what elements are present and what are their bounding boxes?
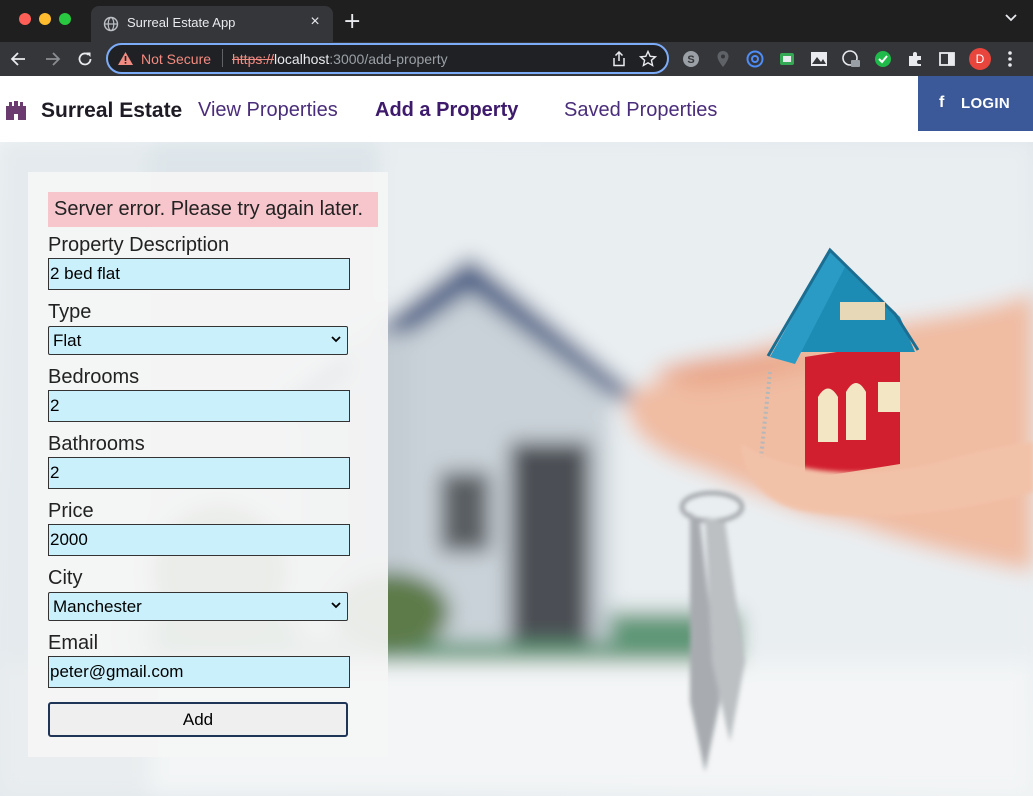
bedrooms-label: Bedrooms <box>48 366 140 388</box>
side-panel-icon[interactable] <box>938 50 956 68</box>
nav-add-property[interactable]: Add a Property <box>375 99 518 122</box>
description-label: Property Description <box>48 234 230 256</box>
maximize-window-button[interactable] <box>59 13 71 25</box>
incognito-extension-icon[interactable] <box>842 50 860 68</box>
forward-arrow-icon[interactable] <box>42 49 62 69</box>
browser-toolbar: Not Secure https://localhost:3000/add-pr… <box>0 42 1033 76</box>
site-navbar: Surreal Estate View Properties Add a Pro… <box>0 76 1033 142</box>
price-input[interactable]: 2000 <box>48 524 350 556</box>
browser-tab[interactable]: Surreal Estate App × <box>91 6 333 42</box>
minimize-window-button[interactable] <box>39 13 51 25</box>
error-alert: Server error. Please try again later. <box>48 192 378 227</box>
add-button[interactable]: Add <box>48 702 348 737</box>
description-input[interactable]: 2 bed flat <box>48 258 350 290</box>
type-select[interactable]: Flat <box>48 326 348 355</box>
page-viewport: Surreal Estate View Properties Add a Pro… <box>0 76 1033 796</box>
check-extension-icon[interactable] <box>874 50 892 68</box>
login-label: LOGIN <box>961 95 1010 112</box>
tab-close-icon[interactable]: × <box>307 14 323 30</box>
browser-tab-bar: Surreal Estate App × + <box>0 0 1033 42</box>
add-property-form: Server error. Please try again later. Pr… <box>28 172 388 757</box>
bedrooms-input[interactable]: 2 <box>48 390 350 422</box>
profile-avatar[interactable]: D <box>969 48 991 70</box>
share-icon[interactable] <box>612 51 626 67</box>
nav-saved-properties[interactable]: Saved Properties <box>564 99 717 122</box>
location-pin-icon[interactable] <box>714 50 732 68</box>
email-input[interactable]: peter@gmail.com <box>48 656 350 688</box>
warning-icon <box>118 52 133 65</box>
printer-extension-icon[interactable] <box>778 50 796 68</box>
puzzle-extensions-icon[interactable] <box>906 50 924 68</box>
email-label: Email <box>48 632 99 654</box>
reload-icon[interactable] <box>75 49 95 69</box>
svg-text:S: S <box>687 54 694 66</box>
close-window-button[interactable] <box>19 13 31 25</box>
facebook-icon: f <box>939 94 945 111</box>
image-extension-icon[interactable] <box>810 50 828 68</box>
nav-view-properties[interactable]: View Properties <box>198 99 338 122</box>
security-status[interactable]: Not Secure <box>141 51 211 67</box>
menu-kebab-icon[interactable] <box>1007 50 1013 68</box>
bathrooms-input[interactable]: 2 <box>48 457 350 489</box>
castle-icon <box>6 101 26 120</box>
chevron-down-icon <box>331 602 341 609</box>
type-label: Type <box>48 301 92 323</box>
tab-title: Surreal Estate App <box>127 15 236 30</box>
city-selected-value: Manchester <box>53 597 142 616</box>
bathrooms-label: Bathrooms <box>48 433 145 455</box>
url-separator <box>222 49 223 67</box>
skype-extension-icon[interactable]: S <box>682 50 700 68</box>
url-text[interactable]: https://localhost:3000/add-property <box>232 51 448 67</box>
city-label: City <box>48 567 83 589</box>
price-label: Price <box>48 500 94 522</box>
brand-name[interactable]: Surreal Estate <box>41 99 182 123</box>
type-selected-value: Flat <box>53 331 82 350</box>
facebook-login-button[interactable]: f LOGIN <box>918 76 1033 131</box>
bookmark-star-icon[interactable] <box>639 50 657 68</box>
chevron-down-icon <box>331 336 341 343</box>
edge-extension-icon[interactable] <box>746 50 764 68</box>
globe-icon <box>103 16 119 32</box>
city-select[interactable]: Manchester <box>48 592 348 621</box>
tab-search-chevron-icon[interactable] <box>1005 14 1017 22</box>
new-tab-button[interactable]: + <box>343 11 361 33</box>
address-bar[interactable]: Not Secure https://localhost:3000/add-pr… <box>106 43 669 74</box>
back-arrow-icon[interactable] <box>9 49 29 69</box>
